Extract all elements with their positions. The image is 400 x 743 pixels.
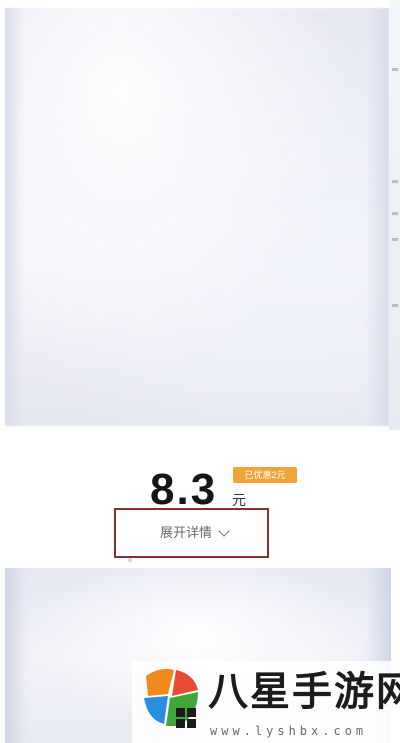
right-edge-strip [389,0,400,430]
expand-details-label: 展开详情 [160,525,213,540]
watermark-url: www.lyshbx.com [210,724,368,738]
watermark-logo-icon [144,668,198,728]
chevron-down-icon [218,524,230,537]
edge-mark [392,180,398,183]
edge-mark [392,212,398,215]
blurred-content-top [5,8,389,426]
expand-details-button[interactable]: 展开详情 [160,524,230,542]
discount-badge: 已优惠2元 [233,467,297,483]
edge-mark [392,238,398,241]
screen-root: 8.3 元 已优惠2元 展开详情 八星手游网 www.lyshbx.com [0,0,400,743]
price-unit: 元 [232,492,246,508]
edge-mark [392,68,398,71]
separator-mark [128,558,132,562]
edge-mark [392,304,398,307]
watermark-title: 八星手游网 [208,669,400,715]
